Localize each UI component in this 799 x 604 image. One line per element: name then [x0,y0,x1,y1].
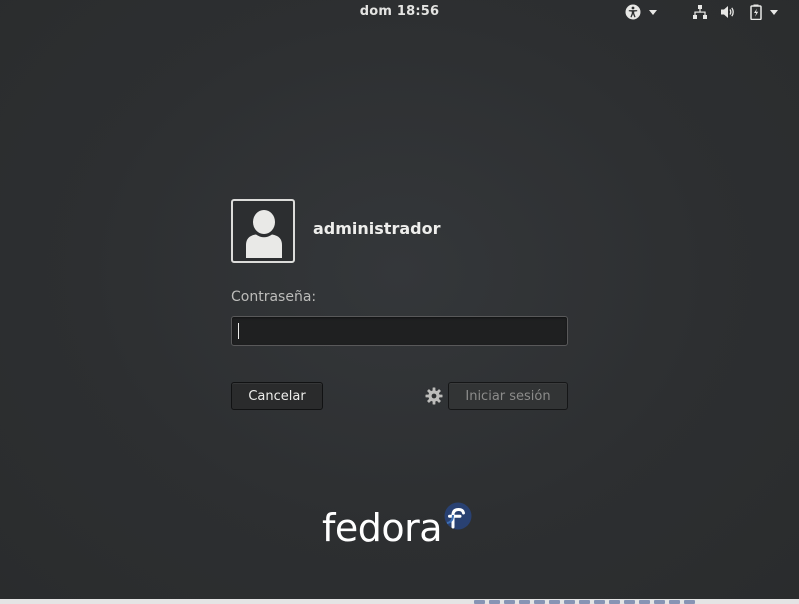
host-statusbar-icons [474,600,695,604]
chevron-down-icon [770,9,778,15]
fedora-logo: fedora [322,502,474,552]
status-icon [669,600,680,604]
logo-text: fedora [322,506,443,550]
status-icon [609,600,620,604]
fedora-logo-icon [444,502,472,530]
password-field[interactable] [231,316,568,346]
status-icon [534,600,545,604]
chevron-down-icon [649,9,657,15]
accessibility-icon [625,4,641,20]
text-cursor [238,323,239,339]
cancel-button[interactable]: Cancelar [231,382,323,410]
top-bar: dom 18:56 [0,0,799,24]
system-status-menu[interactable] [692,3,778,21]
battery-icon [750,4,762,20]
status-icon [639,600,650,604]
clock[interactable]: dom 18:56 [0,4,799,19]
status-icon [549,600,560,604]
user-icon [246,210,282,258]
status-icon [654,600,665,604]
gear-icon[interactable] [425,387,443,405]
status-icon [474,600,485,604]
status-icon [579,600,590,604]
password-label: Contraseña: [231,289,317,305]
username: administrador [313,219,441,238]
status-icon [519,600,530,604]
status-icon [684,600,695,604]
status-icon [504,600,515,604]
status-icon [624,600,635,604]
accessibility-menu[interactable] [625,3,657,21]
status-icon [564,600,575,604]
avatar [231,199,295,263]
sign-in-button[interactable]: Iniciar sesión [448,382,568,410]
network-icon [693,5,707,19]
status-icon [594,600,605,604]
volume-icon [721,6,734,18]
status-icon [489,600,500,604]
